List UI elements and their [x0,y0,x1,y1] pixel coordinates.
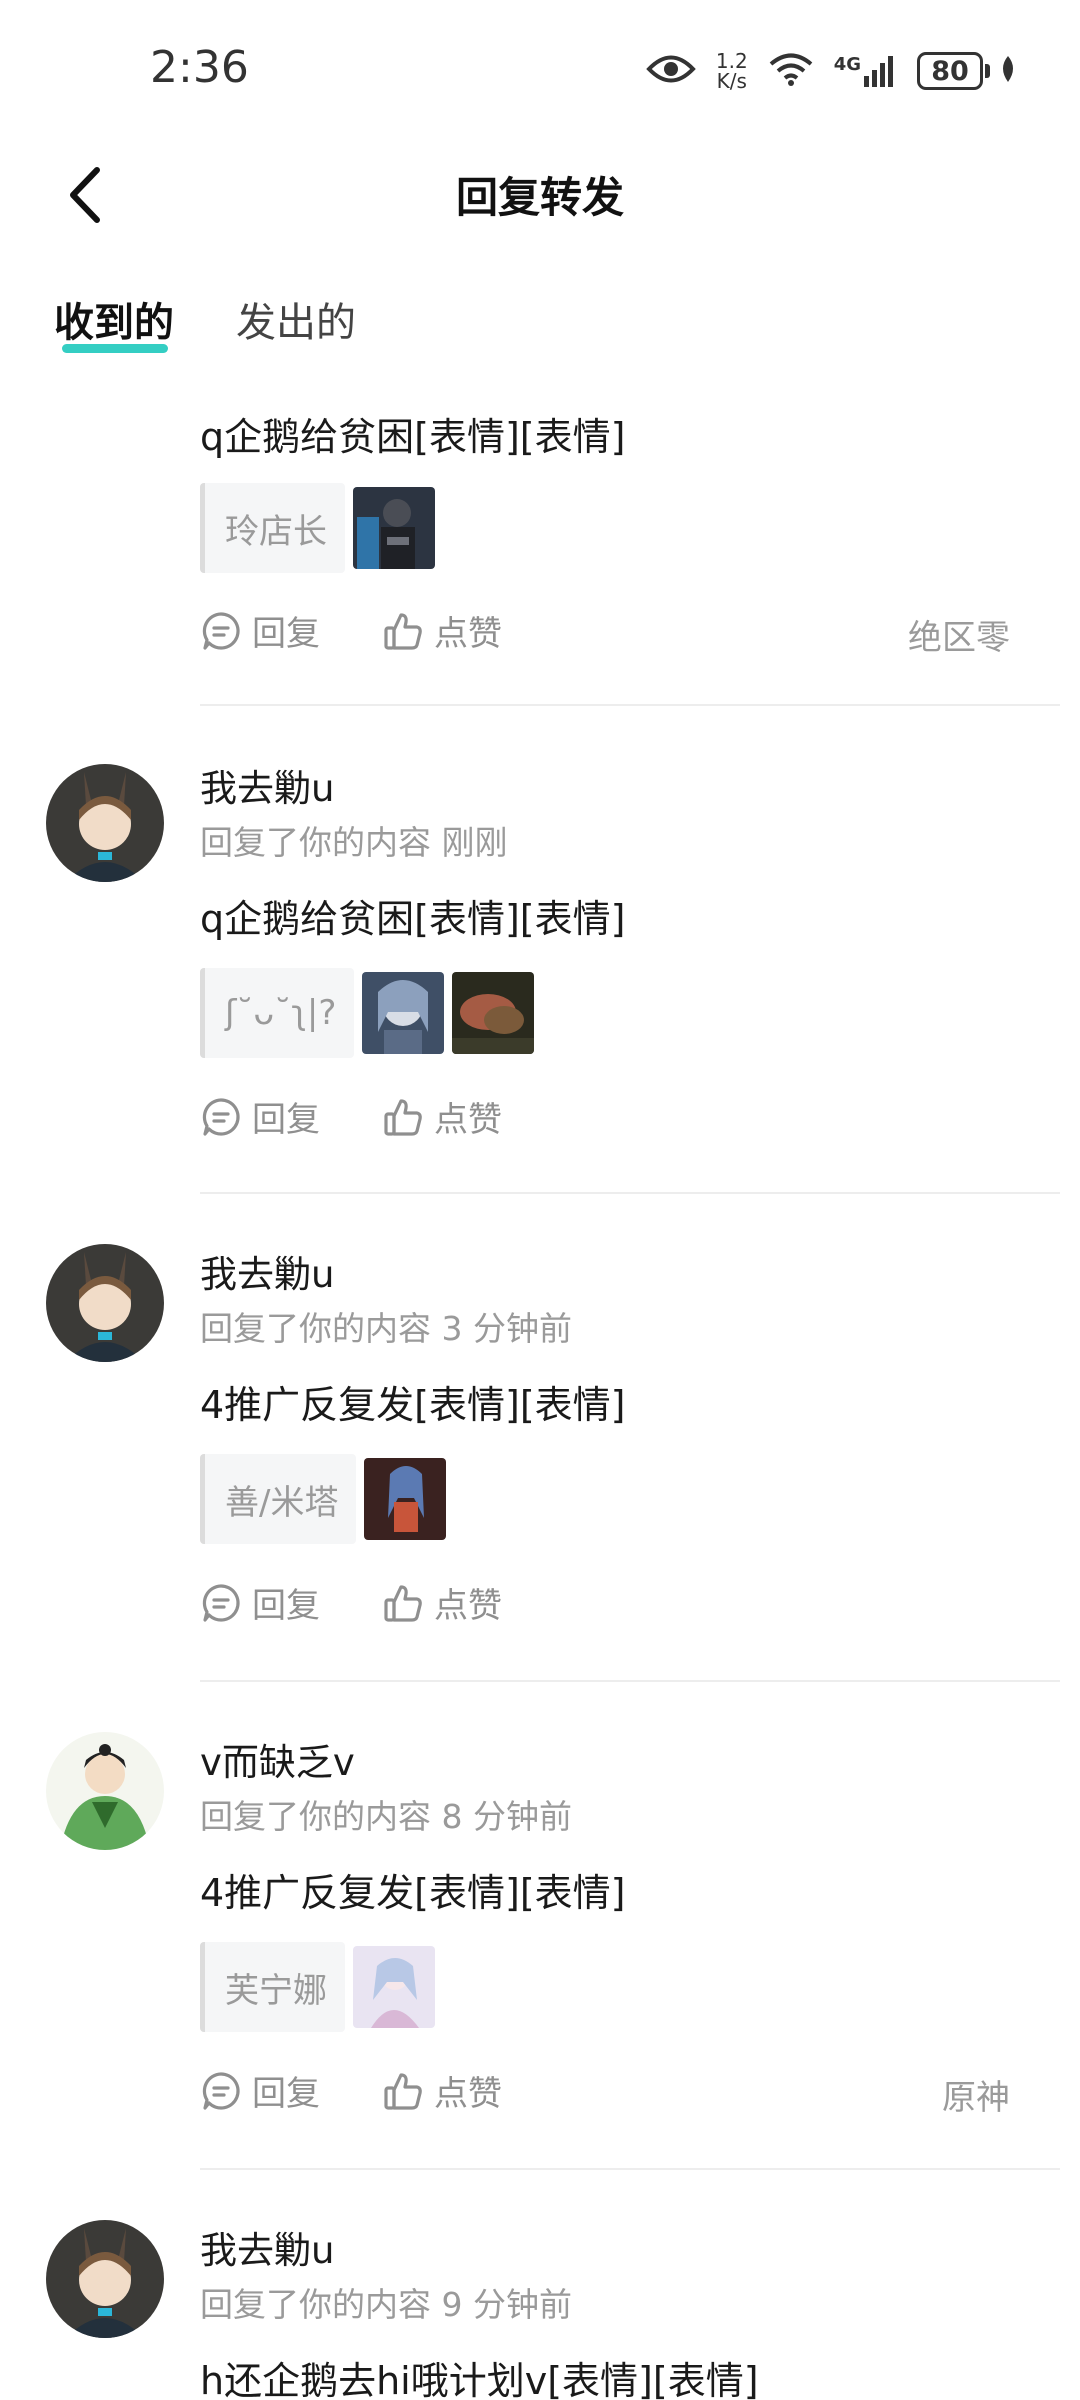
topic-tag[interactable]: 绝区零 [908,610,1010,659]
username[interactable]: v而缺乏v [200,1732,355,1786]
quoted-thumbnail [353,1946,435,2028]
reply-meta: 回复了你的内容 9 分钟前 [200,2285,572,2324]
action-bar: 回复 点赞 绝区零 [200,606,1020,662]
like-button[interactable]: 点赞 [382,2066,502,2115]
quoted-post-author: 善/米塔 [200,1454,357,1544]
battery-icon: 80 [917,52,1018,90]
status-icons: 1.2 K/s 4G 80 [646,46,1018,96]
thumbs-up-icon [384,612,422,650]
reply-content: q企鹅给贫困[表情][表情] [200,415,626,459]
reply-feed[interactable]: q企鹅给贫困[表情][表情] 玲店长 回复 点赞 绝区零 我去勦u 回复了你的内… [0,380,1080,2400]
action-bar: 回复 点赞 [200,1092,1020,1148]
action-bar: 回复 点赞 原神 [200,2066,1020,2122]
thumbs-up-icon [384,1098,422,1136]
reply-meta: 回复了你的内容 8 分钟前 [200,1797,572,1836]
quoted-post-author: 芙宁娜 [200,1942,345,2032]
username[interactable]: 我去勦u [200,758,334,812]
avatar[interactable] [46,1244,164,1362]
reply-label: 回复 [252,1100,320,1140]
eye-icon [646,52,696,90]
like-label: 点赞 [434,1586,502,1626]
quoted-thumbnail [452,972,535,1054]
header: 回复转发 [0,140,1080,250]
quoted-thumbnail [353,487,435,569]
reply-button[interactable]: 回复 [200,2066,320,2115]
like-button[interactable]: 点赞 [382,1578,502,1627]
battery-level: 80 [917,52,983,90]
comment-icon [202,611,240,650]
quoted-post-author: 玲店长 [200,483,345,573]
quoted-post[interactable]: 芙宁娜 [200,1942,435,2032]
wifi-icon [768,51,814,91]
list-item[interactable]: 我去勦u 回复了你的内容 9 分钟前 h还企鹅去hi哦计划v[表情][表情] [0,2170,1080,2400]
reply-meta: 回复了你的内容 3 分钟前 [200,1309,572,1348]
reply-label: 回复 [252,614,320,654]
thumbs-up-icon [384,1584,422,1622]
net-speed: 1.2 K/s [716,51,748,91]
net-speed-unit: K/s [716,69,747,93]
reply-button[interactable]: 回复 [200,1092,320,1141]
quoted-thumbnail [362,972,445,1054]
quoted-post[interactable]: 玲店长 [200,483,435,573]
comment-icon [202,2071,240,2110]
reply-label: 回复 [252,1586,320,1626]
reply-button[interactable]: 回复 [200,606,320,655]
like-label: 点赞 [434,1100,502,1140]
thumbs-up-icon [384,2072,422,2110]
like-button[interactable]: 点赞 [382,1092,502,1141]
quoted-thumbnail [364,1458,447,1540]
signal-icon: 4G [834,54,897,88]
status-time: 2:36 [150,42,249,93]
avatar[interactable] [46,2220,164,2338]
list-item[interactable]: v而缺乏v 回复了你的内容 8 分钟前 4推广反复发[表情][表情] 芙宁娜 回… [0,1682,1080,2170]
username[interactable]: 我去勦u [200,1244,334,1298]
tab-received[interactable]: 收到的 [54,290,174,348]
tab-bar: 收到的 发出的 [0,290,1080,370]
reply-content: 4推广反复发[表情][表情] [200,1383,626,1427]
action-bar: 回复 点赞 [200,1578,1020,1634]
topic-tag[interactable]: 原神 [942,2070,1010,2119]
like-button[interactable]: 点赞 [382,606,502,655]
avatar[interactable] [46,764,164,882]
reply-content: 4推广反复发[表情][表情] [200,1871,626,1915]
net-speed-value: 1.2 [715,49,748,73]
username[interactable]: 我去勦u [200,2220,334,2274]
quoted-post[interactable]: ʃ˘ᴗ˘ʅ|? [200,968,535,1058]
page-title: 回复转发 [455,173,624,222]
reply-content: h还企鹅去hi哦计划v[表情][表情] [200,2359,759,2400]
list-item[interactable]: 我去勦u 回复了你的内容 3 分钟前 4推广反复发[表情][表情] 善/米塔 回… [0,1194,1080,1682]
leaf-icon [998,54,1018,88]
list-item[interactable]: 我去勦u 回复了你的内容 刚刚 q企鹅给贫困[表情][表情] ʃ˘ᴗ˘ʅ|? 回… [0,706,1080,1194]
avatar[interactable] [46,1732,164,1850]
reply-content: q企鹅给贫困[表情][表情] [200,897,626,941]
like-label: 点赞 [434,614,502,654]
reply-meta: 回复了你的内容 刚刚 [200,823,508,862]
network-type: 4G [833,54,861,75]
comment-icon [202,1097,240,1136]
quoted-post[interactable]: 善/米塔 [200,1454,447,1544]
reply-button[interactable]: 回复 [200,1578,320,1627]
reply-label: 回复 [252,2074,320,2114]
quoted-post-author: ʃ˘ᴗ˘ʅ|? [200,968,355,1058]
like-label: 点赞 [434,2074,502,2114]
comment-icon [202,1583,240,1622]
tab-sent[interactable]: 发出的 [236,290,356,348]
list-item[interactable]: q企鹅给贫困[表情][表情] 玲店长 回复 点赞 绝区零 [0,380,1080,706]
status-bar: 2:36 1.2 K/s 4G 80 [0,0,1080,140]
